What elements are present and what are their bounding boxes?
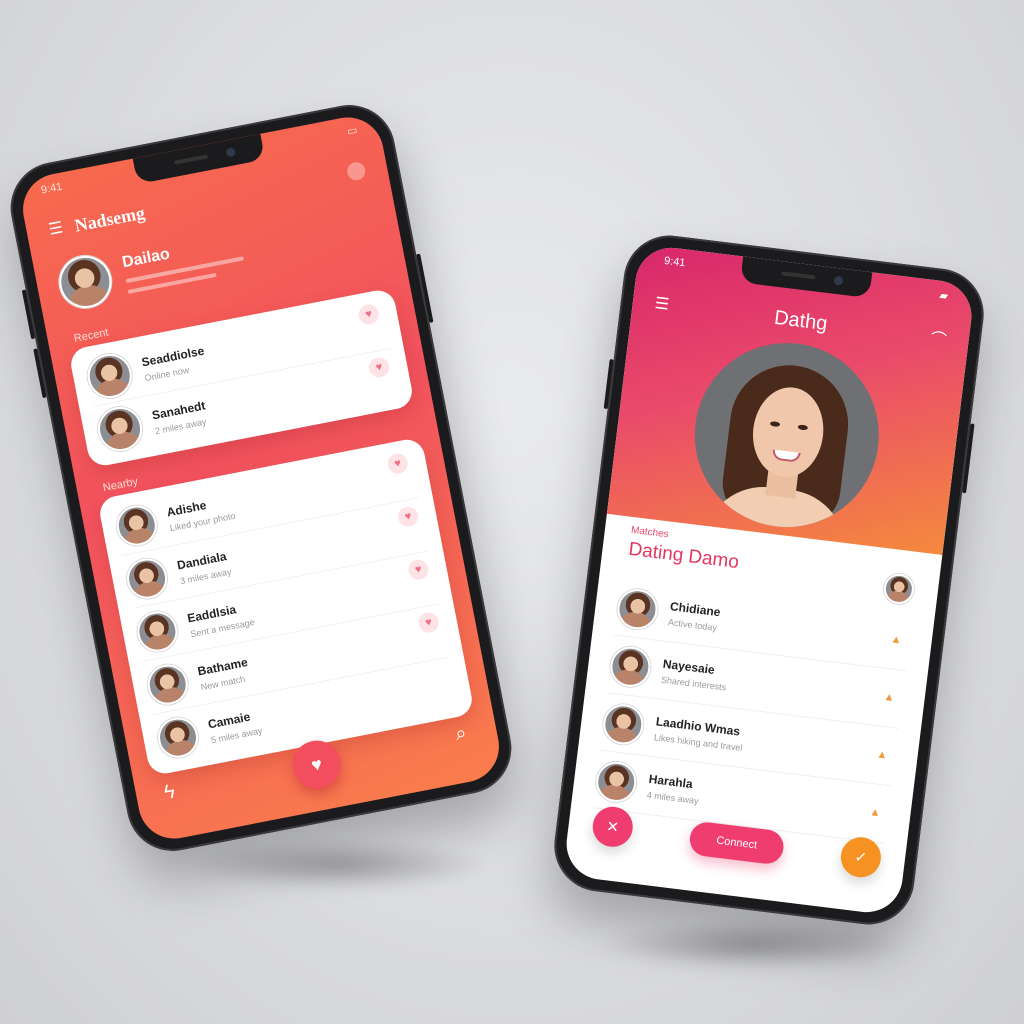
battery-icon: ▭ bbox=[346, 124, 359, 139]
volume-button-2 bbox=[33, 348, 47, 399]
flame-icon[interactable]: ϟ bbox=[162, 780, 177, 805]
section-title: Dating Damo bbox=[627, 538, 741, 574]
heart-icon[interactable]: ♥ bbox=[396, 504, 420, 529]
section-label-recent: Recent bbox=[72, 326, 110, 346]
app-title: Nadsemg bbox=[72, 202, 147, 236]
person-subtitle: 4 miles away bbox=[646, 789, 700, 806]
volume-button bbox=[603, 358, 614, 410]
avatar bbox=[601, 701, 646, 747]
phone2-shadow bbox=[600, 920, 900, 970]
menu-icon[interactable]: ☰ bbox=[654, 293, 671, 315]
phone-left: 9:41 ▭ ☰ Nadsemg Dailao Recent Seaddiols… bbox=[2, 97, 520, 859]
phone-left-screen: 9:41 ▭ ☰ Nadsemg Dailao Recent Seaddiols… bbox=[16, 111, 506, 845]
bell-icon[interactable]: ▲ bbox=[876, 748, 888, 761]
avatar bbox=[54, 251, 116, 313]
avatar bbox=[123, 554, 171, 602]
person-name: Chidiane bbox=[669, 598, 722, 619]
like-button[interactable]: ✓ bbox=[838, 834, 884, 880]
heart-fab-button[interactable]: ♥ bbox=[288, 736, 345, 793]
match-list: Chidiane Active today ▲ Nayesaie Shared … bbox=[592, 577, 913, 845]
avatar bbox=[594, 759, 639, 804]
section-label: Matches bbox=[630, 524, 670, 541]
avatar[interactable] bbox=[882, 572, 916, 606]
phone-right-screen: 9:41 ▰ ☰ Dathg ⌒ Matches Dating Damo Chi… bbox=[562, 243, 976, 917]
matches-card: Seaddiolse Online now ♥ Sanahedt 2 miles… bbox=[68, 287, 415, 469]
status-time: 9:41 bbox=[39, 180, 64, 197]
person-name: Harahla bbox=[648, 771, 694, 791]
heart-icon[interactable]: ♥ bbox=[416, 610, 441, 635]
phone-right: 9:41 ▰ ☰ Dathg ⌒ Matches Dating Damo Chi… bbox=[549, 230, 989, 930]
pass-button[interactable]: ✕ bbox=[590, 804, 636, 850]
connect-button[interactable]: Connect bbox=[687, 820, 786, 866]
avatar bbox=[94, 403, 146, 455]
avatar bbox=[83, 349, 136, 402]
power-button bbox=[416, 253, 434, 323]
heart-icon[interactable]: ♥ bbox=[406, 557, 431, 582]
settings-icon[interactable] bbox=[345, 160, 367, 182]
bell-icon[interactable]: ▲ bbox=[869, 806, 881, 819]
heart-icon[interactable]: ♥ bbox=[357, 302, 381, 327]
battery-icon: ▰ bbox=[938, 289, 949, 303]
profile-name: Dailao bbox=[120, 245, 172, 272]
heart-icon[interactable]: ♥ bbox=[386, 451, 410, 476]
avatar bbox=[154, 714, 202, 762]
chat-icon[interactable]: ⌒ bbox=[929, 325, 948, 351]
volume-button bbox=[21, 289, 36, 340]
person-subtitle: Active today bbox=[667, 616, 718, 633]
avatar bbox=[615, 586, 660, 631]
menu-icon[interactable]: ☰ bbox=[47, 219, 64, 238]
status-time: 9:41 bbox=[663, 254, 687, 270]
avatar bbox=[144, 660, 192, 708]
power-button bbox=[962, 423, 975, 494]
search-icon[interactable]: ⌕ bbox=[453, 722, 468, 747]
heart-icon[interactable]: ♥ bbox=[367, 355, 391, 380]
bell-icon[interactable]: ▲ bbox=[890, 633, 902, 646]
bell-icon[interactable]: ▲ bbox=[883, 691, 895, 704]
app-title: Dathg bbox=[773, 306, 829, 335]
avatar bbox=[133, 607, 181, 655]
avatar bbox=[608, 643, 653, 689]
avatar bbox=[113, 501, 161, 549]
phone1-shadow bbox=[190, 840, 490, 890]
